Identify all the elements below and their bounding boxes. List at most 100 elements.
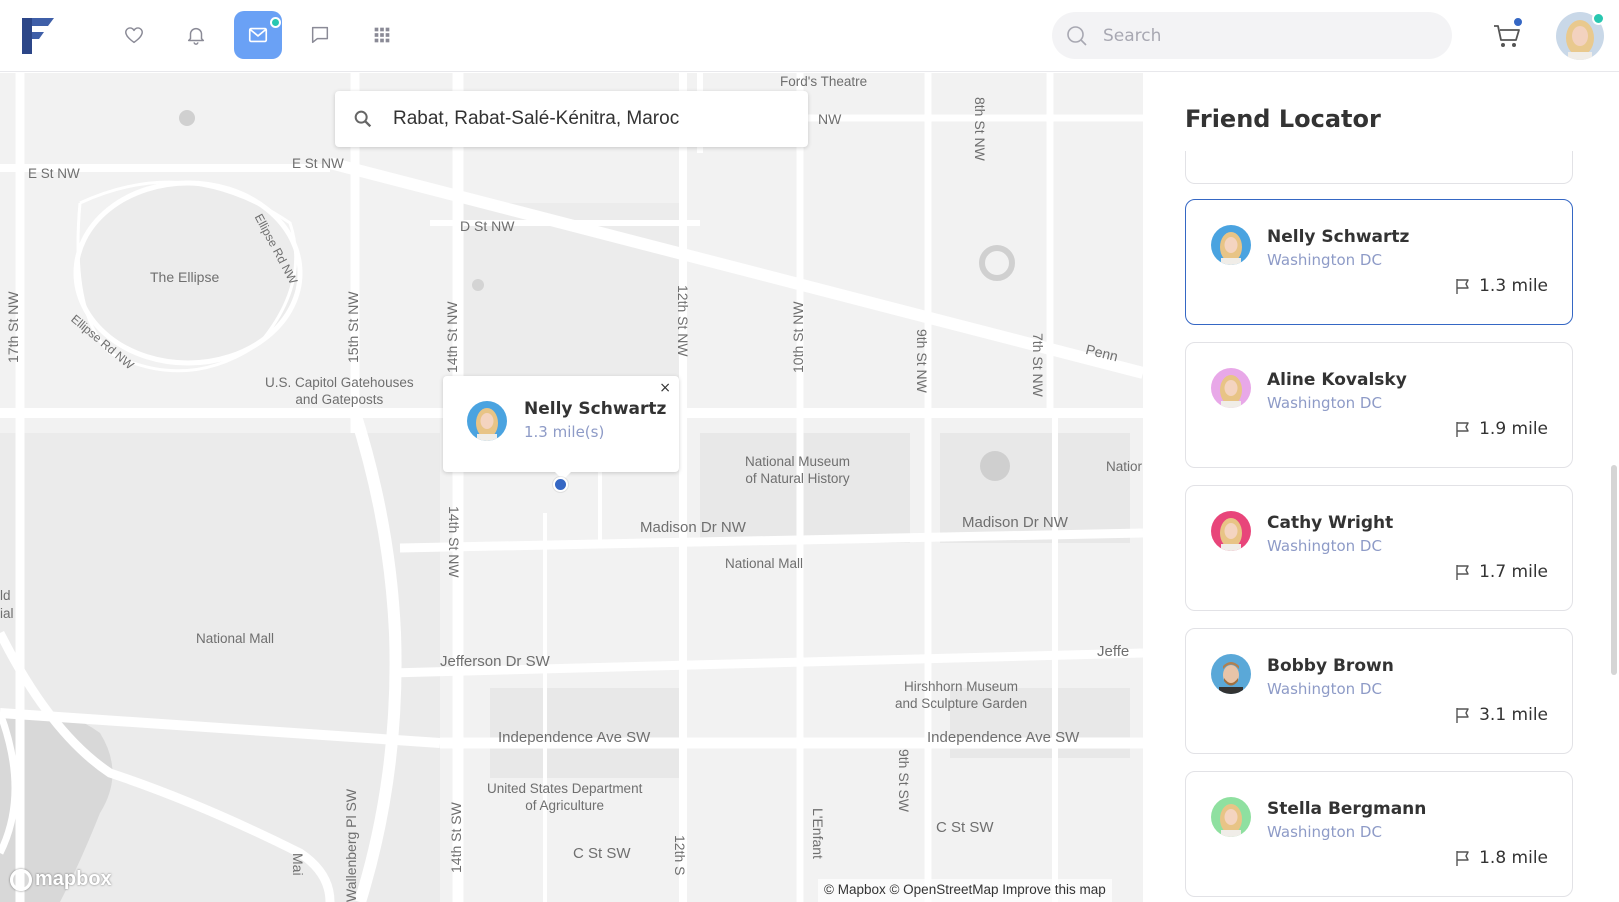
chat-icon	[311, 26, 329, 44]
friend-avatar	[1211, 225, 1251, 265]
map-label: Ford's Theatre	[780, 74, 868, 89]
friend-card[interactable]: Aline Kovalsky Washington DC 1.9 mile	[1185, 342, 1573, 468]
mapbox-logo[interactable]: mapbox	[10, 868, 112, 891]
map-label: Independence Ave SW	[498, 729, 651, 746]
friend-name: Nelly Schwartz	[1267, 227, 1410, 247]
map-attribution[interactable]: © Mapbox © OpenStreetMap Improve this ma…	[818, 879, 1112, 902]
friend-location-marker[interactable]	[553, 477, 568, 492]
map-label: C St SW	[573, 845, 631, 862]
friend-card[interactable]: Nelly Schwartz Washington DC 1.3 mile	[1185, 199, 1573, 325]
popup-close-button[interactable]: ×	[659, 380, 671, 396]
map-label: 17th St NW	[5, 291, 21, 363]
friend-distance-value: 3.1 mile	[1479, 705, 1548, 725]
map-label: Independence Ave SW	[927, 729, 1080, 746]
map-label: 14th St NW	[446, 506, 462, 578]
friend-avatar-image	[467, 401, 507, 441]
map-label: National Mall	[196, 631, 275, 646]
location-search-value[interactable]: Rabat, Rabat-Salé-Kénitra, Maroc	[393, 108, 679, 130]
friend-name: Bobby Brown	[1267, 656, 1394, 676]
friend-avatar	[1211, 654, 1251, 694]
map-label: 10th St NW	[790, 301, 806, 373]
apps-button[interactable]	[358, 11, 406, 59]
map-label: 9th St SW	[896, 749, 912, 813]
map-label: Madison Dr NW	[640, 519, 746, 536]
map-view[interactable]: Ford's Theatre NW E St NW E St NW D St N…	[0, 73, 1143, 902]
search-input[interactable]	[1103, 25, 1403, 46]
friend-card[interactable]: Bobby Brown Washington DC 3.1 mile	[1185, 628, 1573, 754]
heart-icon	[125, 27, 143, 44]
friend-avatar	[1211, 797, 1251, 837]
map-label: Hirshhorn Museum and Sculpture Garden	[895, 679, 1028, 711]
friend-popup[interactable]: × Nelly Schwartz 1.3 mile(s)	[443, 376, 679, 480]
cart-badge	[1512, 16, 1524, 28]
friend-location: Washington DC	[1267, 251, 1382, 269]
flag-icon	[1456, 279, 1469, 294]
map-label: U.S. Capitol Gatehouses and Gateposts	[265, 375, 414, 407]
friend-card[interactable]: Stella Bergmann Washington DC 1.8 mile	[1185, 771, 1573, 897]
map-label: NW	[818, 111, 842, 127]
friend-avatar-image	[1211, 511, 1251, 551]
grid-icon	[374, 27, 390, 43]
cart-button[interactable]	[1490, 16, 1524, 52]
friend-distance: 1.8 mile	[1454, 848, 1548, 868]
friend-card-partial[interactable]	[1185, 151, 1573, 184]
global-search	[1052, 12, 1452, 59]
map-label: Madison Dr NW	[962, 514, 1068, 531]
mapbox-logo-text: mapbox	[35, 868, 112, 890]
flag-icon	[1456, 565, 1469, 580]
top-navbar	[0, 0, 1619, 72]
map-label: 14th St SW	[448, 802, 464, 873]
map-label: The Ellipse	[150, 269, 220, 285]
friend-avatar	[467, 401, 507, 441]
map-label: 12th St NW	[675, 285, 691, 357]
bell-icon	[187, 27, 205, 45]
friend-distance-value: 1.8 mile	[1479, 848, 1548, 868]
favorites-button[interactable]	[110, 11, 158, 59]
map-label: 9th St NW	[914, 329, 930, 393]
map-label: Wallenberg Pl SW	[343, 788, 359, 902]
map-label: National Mall	[725, 556, 804, 571]
map-label: Jeffe	[1097, 643, 1130, 660]
friend-distance: 1.7 mile	[1454, 562, 1548, 582]
map-roads	[0, 73, 1143, 902]
friend-avatar-image	[1211, 654, 1251, 694]
map-label: 7th St NW	[1030, 333, 1046, 397]
map-label: Jefferson Dr SW	[440, 653, 550, 670]
mapbox-logo-icon	[10, 868, 32, 891]
notifications-button[interactable]	[172, 11, 220, 59]
location-search[interactable]: Rabat, Rabat-Salé-Kénitra, Maroc	[335, 91, 808, 147]
friend-name: Cathy Wright	[1267, 513, 1394, 533]
map-label: 14th St NW	[444, 301, 460, 373]
popup-friend-distance: 1.3 mile(s)	[524, 423, 605, 441]
search-icon	[1067, 25, 1087, 46]
map-label: United States Department of Agriculture	[487, 781, 643, 813]
chat-button[interactable]	[296, 11, 344, 59]
friend-distance: 3.1 mile	[1454, 705, 1548, 725]
friend-avatar-image	[1211, 797, 1251, 837]
panel-title: Friend Locator	[1185, 105, 1381, 133]
messages-badge	[270, 17, 281, 28]
panel-scrollbar[interactable]	[1611, 465, 1617, 675]
friend-distance: 1.3 mile	[1454, 276, 1548, 296]
map-label: E St NW	[292, 156, 344, 171]
messages-button[interactable]	[234, 11, 282, 59]
friend-name: Aline Kovalsky	[1267, 370, 1407, 390]
map-label: ld	[0, 588, 11, 603]
friend-locator-panel: Friend Locator Nelly Schwartz Washington…	[1143, 73, 1619, 902]
friend-distance-value: 1.7 mile	[1479, 562, 1548, 582]
map-label: C St SW	[936, 819, 994, 836]
friend-avatar	[1211, 511, 1251, 551]
friend-distance-value: 1.3 mile	[1479, 276, 1548, 296]
friend-avatar-image	[1211, 225, 1251, 265]
friend-card[interactable]: Cathy Wright Washington DC 1.7 mile	[1185, 485, 1573, 611]
map-label: D St NW	[460, 218, 515, 234]
friend-distance-value: 1.9 mile	[1479, 419, 1548, 439]
brand-logo[interactable]	[20, 16, 56, 56]
map-label: 12th S	[672, 835, 688, 876]
map-label: Mai	[290, 853, 306, 876]
map-label: National Museum of Natural History	[745, 454, 851, 486]
map-label: E St NW	[28, 166, 80, 181]
flag-icon	[1456, 708, 1469, 723]
friend-location: Washington DC	[1267, 823, 1382, 841]
friend-name: Stella Bergmann	[1267, 799, 1427, 819]
